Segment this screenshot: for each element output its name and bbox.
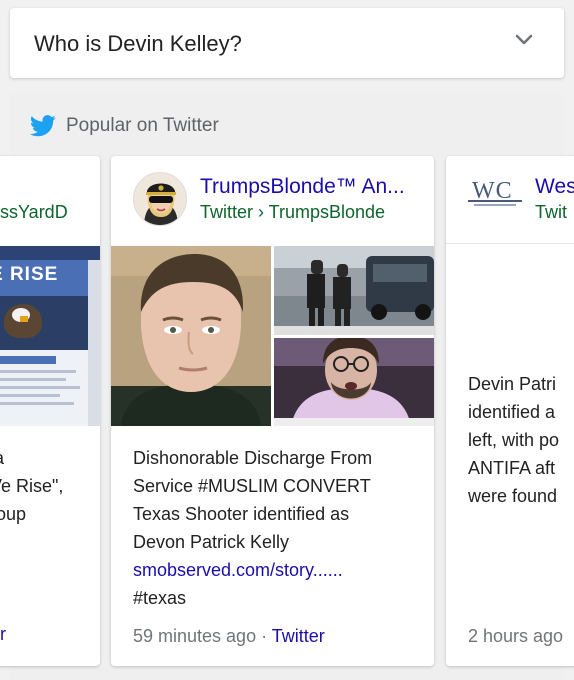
- tweet-text-line: roup: [0, 504, 27, 524]
- media-photo-street: [274, 246, 434, 335]
- tweet-text-line: Devon Patrick Kelly: [133, 532, 290, 552]
- tweet-text-line: were found: [468, 486, 558, 506]
- question-text: Who is Devin Kelley?: [34, 31, 242, 56]
- twitter-section-header: Popular on Twitter: [30, 114, 219, 138]
- tweet-media[interactable]: E RISE: [0, 246, 100, 426]
- tweet-text-line: Texas Shooter identified as: [133, 504, 350, 524]
- tweet-timestamp: 2 hours ago: [468, 626, 564, 646]
- tweet-text-line: Ve Rise",: [0, 476, 64, 496]
- meta-separator: ·: [256, 626, 272, 646]
- tweet-text-line: Devin Patri: [468, 374, 557, 394]
- tweet-meta: 59 minutes ago · Twitter: [133, 626, 325, 647]
- tweet-hashtag[interactable]: #texas: [133, 584, 423, 612]
- tweet-media-grid[interactable]: [111, 246, 434, 426]
- tweet-handle[interactable]: essYardD: [0, 202, 68, 223]
- tweet-text: Dishonorable Discharge From Service #MUS…: [133, 444, 423, 612]
- avatar-image: [134, 173, 186, 225]
- tweet-text-line: identified a: [468, 402, 556, 422]
- tweet-source-link[interactable]: er: [0, 624, 6, 645]
- tweet-card-previous[interactable]: essYardD E RISE a Ve Rise", roup er: [0, 156, 100, 666]
- avatar[interactable]: [133, 172, 187, 226]
- tweet-author-name[interactable]: TrumpsBlonde™ An...: [200, 175, 405, 199]
- tweet-source-link[interactable]: Twitter: [272, 626, 325, 646]
- tweet-text-line: ANTIFA aft: [468, 458, 556, 478]
- tweet-handle[interactable]: Twit: [535, 202, 567, 223]
- tweet-text: a Ve Rise", roup: [0, 444, 100, 528]
- tweet-text-line: Dishonorable Discharge From: [133, 448, 373, 468]
- tweet-timestamp: 59 minutes ago: [133, 626, 257, 646]
- publisher-logo[interactable]: WC: [468, 178, 524, 208]
- twitter-bird-icon: [30, 115, 56, 137]
- tweet-handle[interactable]: Twitter › TrumpsBlonde: [200, 202, 385, 223]
- media-photo-portrait: [111, 246, 271, 426]
- section-title: Popular on Twitter: [66, 115, 219, 136]
- tweet-url-link[interactable]: smobserved.com/story......: [133, 556, 423, 584]
- tweet-text-line: a: [0, 444, 100, 472]
- media-photo-selfie: [274, 336, 434, 426]
- tweet-text-line: Service #MUSLIM CONVERT: [133, 476, 371, 496]
- divider: [446, 243, 574, 244]
- chevron-down-icon[interactable]: [514, 32, 534, 48]
- tweet-card-next[interactable]: WC Wes Twit Devin Patri identified a lef…: [446, 156, 574, 666]
- tweet-author-name[interactable]: Wes: [535, 175, 574, 199]
- tweet-text-line: left, with po: [468, 430, 560, 450]
- media-caption: E RISE: [0, 264, 59, 285]
- tweet-card[interactable]: TrumpsBlonde™ An... Twitter › TrumpsBlon…: [111, 156, 434, 666]
- related-question-card[interactable]: Who is Devin Kelley?: [10, 8, 564, 78]
- tweet-text: Devin Patri identified a left, with po A…: [468, 370, 574, 510]
